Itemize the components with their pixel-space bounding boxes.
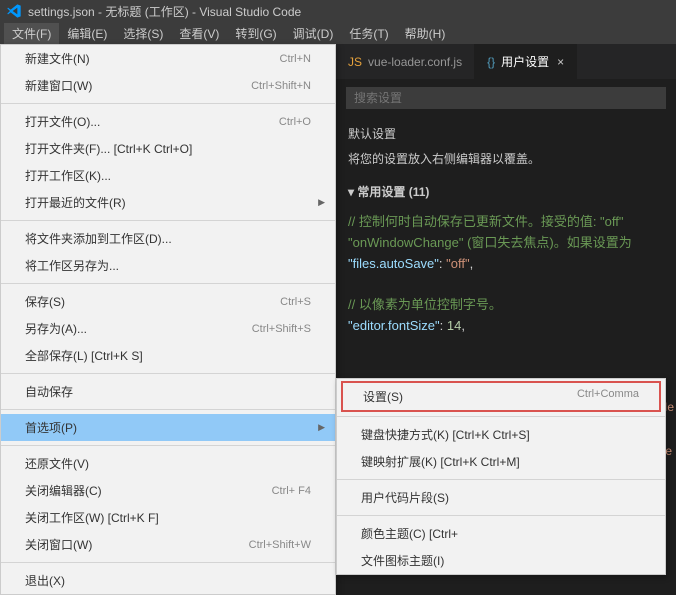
tab-user-settings[interactable]: {} 用户设置 × bbox=[475, 44, 577, 79]
menu-edit[interactable]: 编辑(E) bbox=[59, 23, 115, 44]
menu-separator bbox=[1, 445, 335, 446]
titlebar: settings.json - 无标题 (工作区) - Visual Studi… bbox=[0, 0, 676, 22]
js-icon: JS bbox=[348, 55, 362, 69]
menu-preferences[interactable]: 首选项(P) bbox=[1, 414, 335, 441]
common-settings-section[interactable]: 常用设置 (11) bbox=[348, 183, 664, 200]
menu-new-file[interactable]: 新建文件(N)Ctrl+N bbox=[1, 45, 335, 72]
submenu-user-snippets[interactable]: 用户代码片段(S) bbox=[337, 484, 665, 511]
preferences-submenu: 设置(S)Ctrl+Comma 键盘快捷方式(K) [Ctrl+K Ctrl+S… bbox=[336, 378, 666, 575]
menu-close-workspace[interactable]: 关闭工作区(W) [Ctrl+K F] bbox=[1, 504, 335, 531]
tab-label: vue-loader.conf.js bbox=[368, 55, 462, 69]
menu-close-window[interactable]: 关闭窗口(W)Ctrl+Shift+W bbox=[1, 531, 335, 558]
menu-open-recent[interactable]: 打开最近的文件(R) bbox=[1, 189, 335, 216]
menu-separator bbox=[1, 409, 335, 410]
tab-vue-loader[interactable]: JS vue-loader.conf.js bbox=[336, 44, 475, 79]
menu-separator bbox=[1, 373, 335, 374]
menu-save[interactable]: 保存(S)Ctrl+S bbox=[1, 288, 335, 315]
menu-debug[interactable]: 调试(D) bbox=[285, 23, 342, 44]
menu-separator bbox=[337, 515, 665, 516]
menu-save-as[interactable]: 另存为(A)...Ctrl+Shift+S bbox=[1, 315, 335, 342]
default-settings-heading: 默认设置 bbox=[348, 125, 664, 142]
menu-exit[interactable]: 退出(X) bbox=[1, 567, 335, 594]
tab-label: 用户设置 bbox=[501, 53, 549, 70]
menu-goto[interactable]: 转到(G) bbox=[227, 23, 284, 44]
settings-code: // 控制何时自动保存已更新文件。接受的值: "off" "onWindowCh… bbox=[348, 212, 664, 337]
menu-select[interactable]: 选择(S) bbox=[115, 23, 171, 44]
menu-close-editor[interactable]: 关闭编辑器(C)Ctrl+ F4 bbox=[1, 477, 335, 504]
vscode-icon bbox=[6, 3, 22, 19]
menu-separator bbox=[1, 283, 335, 284]
menu-save-workspace-as[interactable]: 将工作区另存为... bbox=[1, 252, 335, 279]
menu-separator bbox=[337, 479, 665, 480]
menu-help[interactable]: 帮助(H) bbox=[397, 23, 454, 44]
menu-separator bbox=[1, 562, 335, 563]
menu-view[interactable]: 查看(V) bbox=[171, 23, 227, 44]
submenu-keymap-extensions[interactable]: 键映射扩展(K) [Ctrl+K Ctrl+M] bbox=[337, 448, 665, 475]
braces-icon: {} bbox=[487, 55, 495, 69]
settings-editor: 默认设置 将您的设置放入右侧编辑器以覆盖。 常用设置 (11) // 控制何时自… bbox=[336, 117, 676, 345]
menu-tasks[interactable]: 任务(T) bbox=[341, 23, 396, 44]
settings-subtext: 将您的设置放入右侧编辑器以覆盖。 bbox=[348, 150, 664, 167]
menu-separator bbox=[337, 416, 665, 417]
menu-revert-file[interactable]: 还原文件(V) bbox=[1, 450, 335, 477]
submenu-file-icon-theme[interactable]: 文件图标主题(I) bbox=[337, 547, 665, 574]
submenu-keyboard-shortcuts[interactable]: 键盘快捷方式(K) [Ctrl+K Ctrl+S] bbox=[337, 421, 665, 448]
menu-file[interactable]: 文件(F) bbox=[4, 23, 59, 44]
menu-add-folder[interactable]: 将文件夹添加到工作区(D)... bbox=[1, 225, 335, 252]
menu-separator bbox=[1, 103, 335, 104]
menu-save-all[interactable]: 全部保存(L) [Ctrl+K S] bbox=[1, 342, 335, 369]
menu-open-workspace[interactable]: 打开工作区(K)... bbox=[1, 162, 335, 189]
file-menu-dropdown: 新建文件(N)Ctrl+N 新建窗口(W)Ctrl+Shift+N 打开文件(O… bbox=[0, 44, 336, 595]
menubar: 文件(F) 编辑(E) 选择(S) 查看(V) 转到(G) 调试(D) 任务(T… bbox=[0, 22, 676, 44]
menu-open-file[interactable]: 打开文件(O)...Ctrl+O bbox=[1, 108, 335, 135]
menu-separator bbox=[1, 220, 335, 221]
menu-auto-save[interactable]: 自动保存 bbox=[1, 378, 335, 405]
window-title: settings.json - 无标题 (工作区) - Visual Studi… bbox=[28, 3, 301, 20]
menu-open-folder[interactable]: 打开文件夹(F)... [Ctrl+K Ctrl+O] bbox=[1, 135, 335, 162]
menu-new-window[interactable]: 新建窗口(W)Ctrl+Shift+N bbox=[1, 72, 335, 99]
submenu-color-theme[interactable]: 颜色主题(C) [Ctrl+ bbox=[337, 520, 665, 547]
settings-search-bar bbox=[336, 79, 676, 117]
submenu-settings[interactable]: 设置(S)Ctrl+Comma bbox=[341, 381, 661, 412]
search-input[interactable] bbox=[346, 87, 666, 109]
close-icon[interactable]: × bbox=[557, 55, 564, 69]
